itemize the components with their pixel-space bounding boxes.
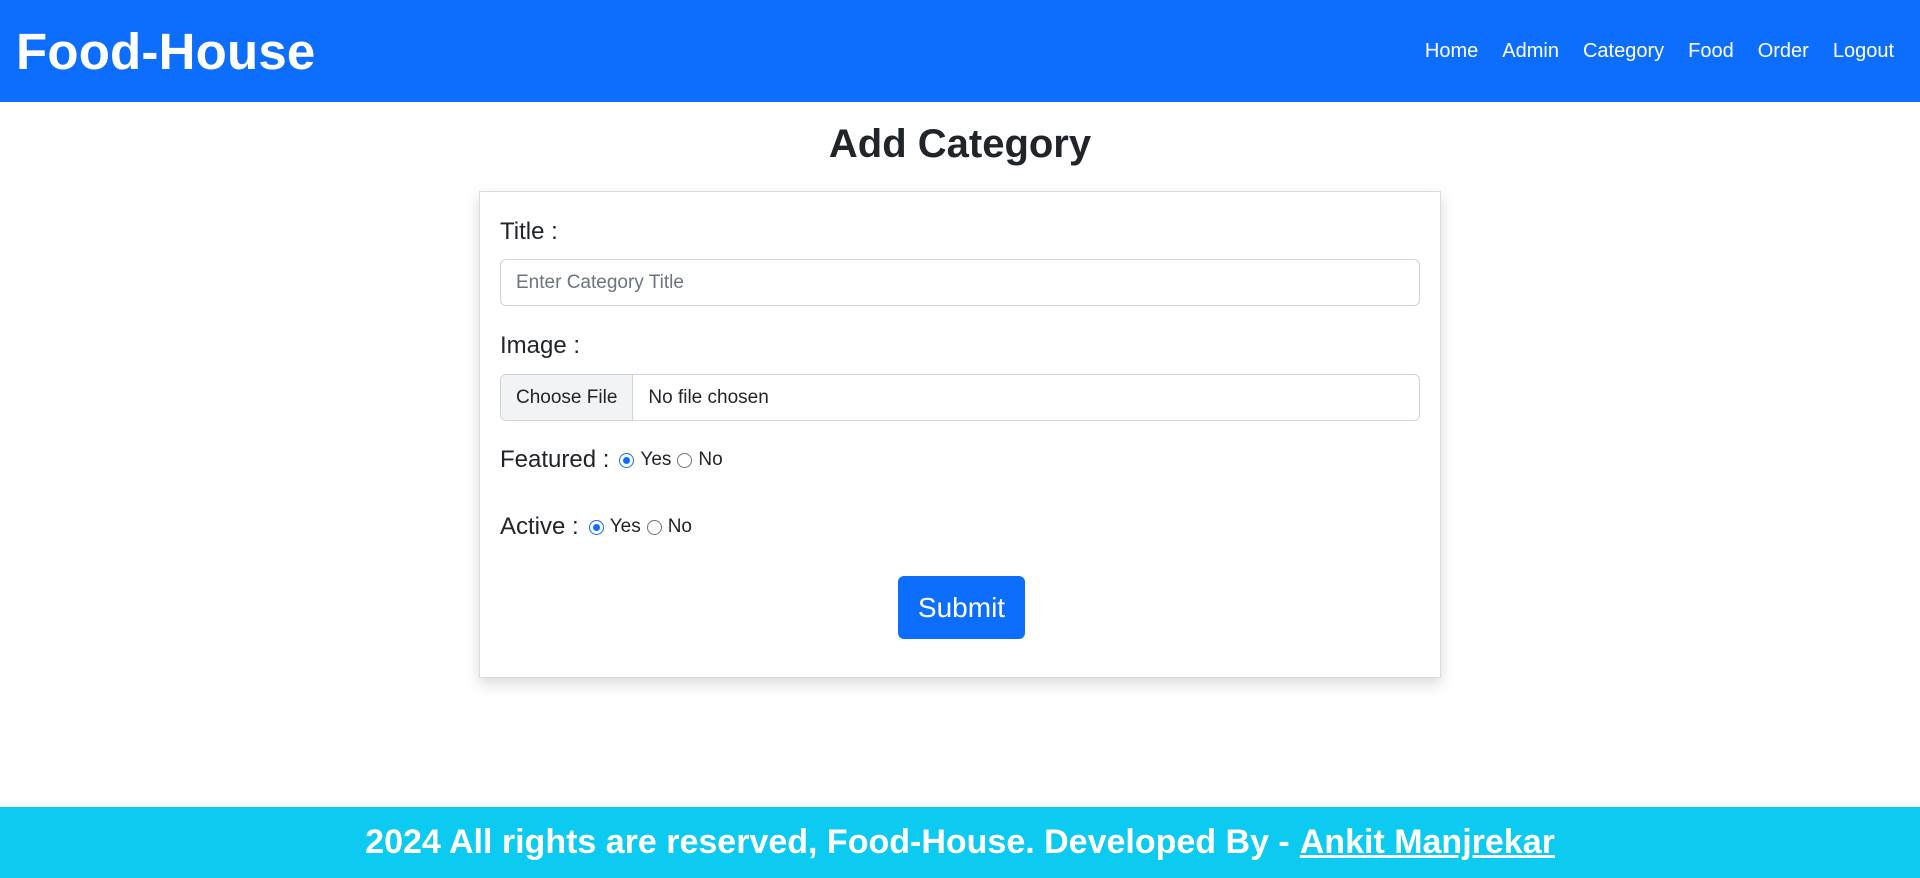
page-title: Add Category [828,122,1092,166]
active-label: Active : [500,513,579,540]
nav-admin-link[interactable]: Admin [1490,40,1571,63]
top-navbar: Food-House Home Admin Category Food Orde… [0,0,1920,102]
choose-file-button[interactable]: Choose File [501,375,634,420]
active-yes-option[interactable]: Yes [588,516,641,538]
nav-food-link[interactable]: Food [1676,40,1746,63]
featured-yes-radio[interactable] [619,452,635,468]
add-category-form-card: Title : Image : Choose File No file chos… [479,191,1441,678]
nav-links: Home Admin Category Food Order Logout [1413,40,1904,63]
featured-yes-option[interactable]: Yes [619,449,671,471]
active-no-radio[interactable] [646,519,662,535]
image-file-input[interactable]: Choose File No file chosen [500,374,1420,421]
footer-copyright-text: 2024 All rights are reserved, Food-House… [365,823,1290,861]
featured-no-option[interactable]: No [677,449,723,471]
featured-radio-group: Featured : Yes No [500,446,729,474]
featured-yes-text: Yes [640,449,672,470]
featured-label: Featured : [500,446,610,473]
active-no-text: No [667,516,692,537]
category-title-input[interactable] [500,259,1420,306]
nav-logout-link[interactable]: Logout [1821,40,1904,63]
submit-button[interactable]: Submit [898,576,1025,639]
file-status-text: No file chosen [648,386,769,408]
active-yes-radio[interactable] [588,519,604,535]
footer-author-link[interactable]: Ankit Manjrekar [1300,823,1555,862]
nav-home-link[interactable]: Home [1413,40,1490,63]
brand-logo[interactable]: Food-House [16,22,315,81]
active-yes-text: Yes [609,516,641,537]
nav-category-link[interactable]: Category [1571,40,1676,63]
featured-no-radio[interactable] [677,452,693,468]
title-label: Title : [500,218,558,245]
footer: 2024 All rights are reserved, Food-House… [0,807,1920,878]
image-label: Image : [500,332,581,359]
featured-no-text: No [698,449,723,470]
nav-order-link[interactable]: Order [1746,40,1821,63]
active-radio-group: Active : Yes No [500,513,698,541]
active-no-option[interactable]: No [646,516,692,538]
